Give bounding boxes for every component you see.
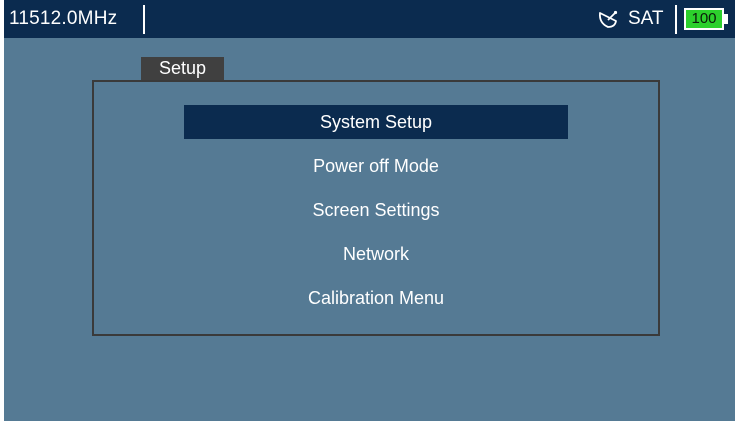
status-divider xyxy=(143,5,145,34)
signal-mode-label: SAT xyxy=(628,8,664,29)
battery-indicator: 100 xyxy=(684,8,724,30)
menu-item-network[interactable]: Network xyxy=(184,237,568,271)
device-screen: 11512.0MHz SAT 100 Setup System Setup Po… xyxy=(4,0,735,421)
menu-item-system-setup[interactable]: System Setup xyxy=(184,105,568,139)
menu-item-calibration-menu[interactable]: Calibration Menu xyxy=(184,281,568,315)
menu-item-screen-settings[interactable]: Screen Settings xyxy=(184,193,568,227)
setup-tab[interactable]: Setup xyxy=(141,57,224,80)
battery-level: 100 xyxy=(691,10,717,27)
menu-item-power-off-mode[interactable]: Power off Mode xyxy=(184,149,568,183)
satellite-dish-icon xyxy=(596,7,620,31)
frequency-readout: 11512.0MHz xyxy=(9,8,118,29)
battery-terminal xyxy=(724,14,728,24)
status-divider xyxy=(675,5,677,34)
status-bar: 11512.0MHz SAT 100 xyxy=(4,0,735,38)
